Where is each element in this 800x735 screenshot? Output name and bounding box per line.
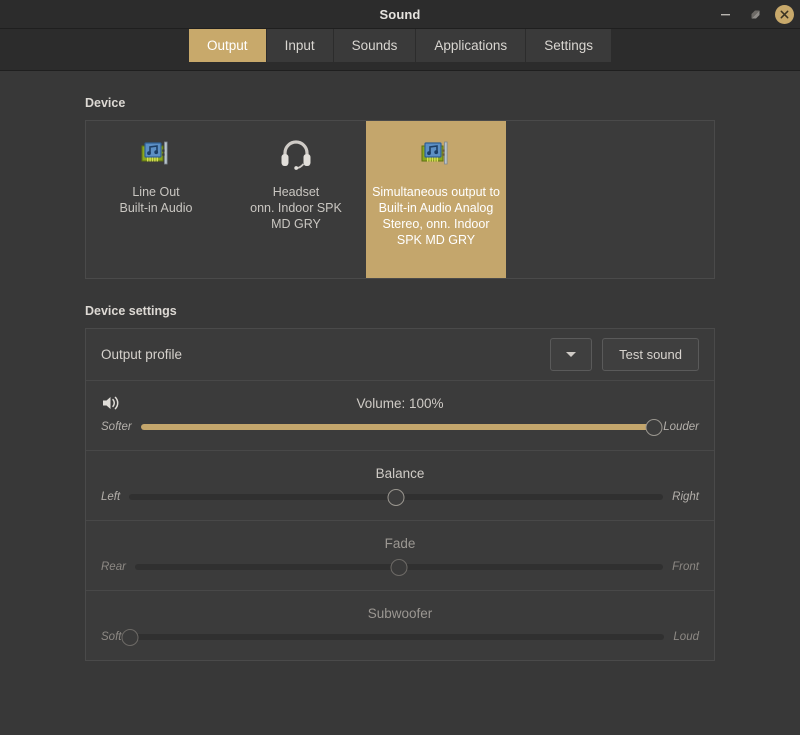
output-profile-dropdown[interactable]	[550, 338, 593, 371]
fade-title: Fade	[384, 535, 416, 551]
fade-right-label: Front	[672, 561, 699, 573]
minimize-icon[interactable]	[715, 4, 735, 24]
balance-slider[interactable]	[129, 487, 664, 507]
headset-icon	[278, 133, 314, 175]
fade-left-label: Rear	[101, 561, 126, 573]
volume-left-label: Softer	[101, 421, 132, 433]
subwoofer-title: Subwoofer	[367, 605, 433, 621]
tab-settings-label: Settings	[544, 38, 593, 53]
balance-title: Balance	[375, 465, 425, 481]
tab-output[interactable]: Output	[189, 29, 267, 62]
tabbar-container: Output Input Sounds Applications Setting…	[0, 29, 800, 71]
balance-left-label: Left	[101, 491, 121, 503]
tab-input-label: Input	[284, 38, 315, 53]
speaker-volume-icon	[101, 394, 121, 412]
volume-slider-handle[interactable]	[645, 418, 663, 436]
tabbar: Output Input Sounds Applications Setting…	[189, 29, 611, 62]
subwoofer-slider-row: Subwoofer Soft Loud	[86, 591, 714, 660]
device-card-headset[interactable]: Headset onn. Indoor SPK MD GRY	[226, 121, 366, 278]
audio-card-icon	[419, 133, 453, 175]
balance-slider-handle[interactable]	[387, 488, 405, 506]
volume-title: Volume: 100%	[356, 395, 444, 411]
volume-slider-row: Volume: 100% Softer Louder	[86, 381, 714, 451]
close-icon[interactable]	[775, 4, 794, 24]
device-card-label: Headset onn. Indoor SPK MD GRY	[250, 185, 342, 231]
output-profile-row: Output profile Test sound	[86, 329, 714, 381]
fade-slider[interactable]	[134, 557, 664, 577]
subwoofer-right-label: Loud	[673, 631, 699, 643]
volume-slider-fill	[140, 424, 655, 430]
tab-input[interactable]: Input	[266, 29, 334, 62]
output-profile-label: Output profile	[101, 347, 183, 362]
window-controls	[715, 0, 794, 28]
chevron-down-icon	[566, 352, 577, 357]
tab-sounds-label: Sounds	[351, 38, 398, 53]
device-card-simultaneous-output[interactable]: Simultaneous output to Built-in Audio An…	[366, 121, 506, 278]
fade-slider-handle[interactable]	[390, 558, 408, 576]
device-settings-heading: Device settings	[85, 304, 177, 318]
balance-slider-row: Balance Left Right	[86, 451, 714, 521]
subwoofer-left-label: Soft	[101, 631, 122, 643]
volume-slider[interactable]	[140, 417, 663, 437]
content-area: Device Line Out Built-in Audio Headset o…	[0, 96, 800, 661]
device-section-heading: Device	[85, 96, 126, 110]
device-list-panel: Line Out Built-in Audio Headset onn. Ind…	[85, 120, 715, 279]
subwoofer-slider[interactable]	[121, 627, 665, 647]
device-card-line-out[interactable]: Line Out Built-in Audio	[86, 121, 226, 278]
subwoofer-slider-handle[interactable]	[121, 628, 139, 646]
tab-settings[interactable]: Settings	[526, 29, 611, 62]
maximize-icon[interactable]	[745, 4, 765, 24]
audio-card-icon	[139, 133, 173, 175]
fade-slider-row: Fade Rear Front	[86, 521, 714, 591]
balance-right-label: Right	[672, 491, 699, 503]
device-card-label: Simultaneous output to Built-in Audio An…	[372, 185, 500, 247]
device-card-label: Line Out Built-in Audio	[119, 185, 193, 215]
volume-right-label: Louder	[663, 421, 699, 433]
window-title: Sound	[379, 6, 421, 22]
tab-applications[interactable]: Applications	[416, 29, 527, 62]
test-sound-button[interactable]: Test sound	[602, 338, 699, 371]
tab-sounds[interactable]: Sounds	[333, 29, 417, 62]
device-settings-panel: Output profile Test sound Volume: 100% S…	[85, 328, 715, 661]
tab-output-label: Output	[207, 38, 248, 53]
window-titlebar: Sound	[0, 0, 800, 29]
tab-applications-label: Applications	[434, 38, 508, 53]
